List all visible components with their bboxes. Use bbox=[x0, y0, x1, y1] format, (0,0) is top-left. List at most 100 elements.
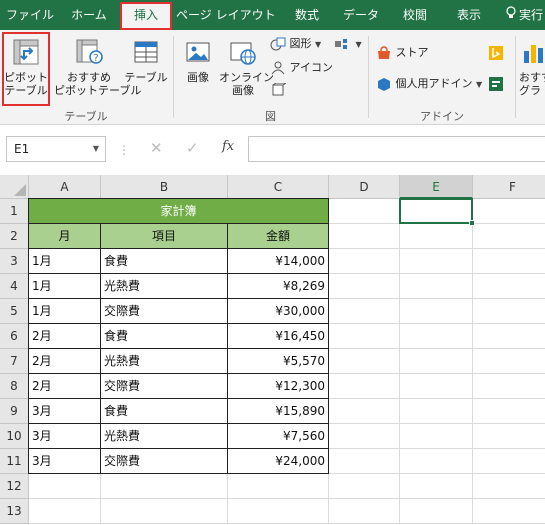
row-header-6[interactable]: 6 bbox=[0, 324, 29, 349]
cell-c13[interactable] bbox=[228, 499, 329, 524]
table-header-cell[interactable]: 項目 bbox=[100, 223, 228, 249]
tab-view[interactable]: 表示 bbox=[442, 0, 496, 30]
cell-d6[interactable] bbox=[329, 324, 400, 349]
cell-d3[interactable] bbox=[329, 249, 400, 274]
cell-e7[interactable] bbox=[400, 349, 473, 374]
table-cell[interactable]: 交際費 bbox=[100, 448, 228, 474]
table-cell[interactable]: 光熱費 bbox=[100, 423, 228, 449]
cell-e4[interactable] bbox=[400, 274, 473, 299]
table-cell[interactable]: 食費 bbox=[100, 323, 228, 349]
table-cell[interactable]: 食費 bbox=[100, 248, 228, 274]
row-header-9[interactable]: 9 bbox=[0, 399, 29, 424]
column-header-d[interactable]: D bbox=[329, 175, 400, 199]
row-header-8[interactable]: 8 bbox=[0, 374, 29, 399]
tab-review[interactable]: 校閲 bbox=[388, 0, 442, 30]
picture-button[interactable]: 画像 bbox=[180, 37, 216, 84]
cell-e5[interactable] bbox=[400, 299, 473, 324]
table-cell[interactable]: ¥5,570 bbox=[227, 348, 329, 374]
cell-f10[interactable] bbox=[473, 424, 545, 449]
icons-button[interactable]: アイコン bbox=[270, 58, 333, 78]
column-header-e[interactable]: E bbox=[400, 175, 473, 199]
people-graph-button[interactable] bbox=[488, 74, 504, 94]
cell-a13[interactable] bbox=[29, 499, 101, 524]
row-header-1[interactable]: 1 bbox=[0, 199, 29, 224]
cell-f1[interactable] bbox=[473, 199, 545, 224]
cell-d5[interactable] bbox=[329, 299, 400, 324]
table-header-cell[interactable]: 金額 bbox=[227, 223, 329, 249]
cell-e2[interactable] bbox=[400, 224, 473, 249]
cell-e13[interactable] bbox=[400, 499, 473, 524]
cell-a12[interactable] bbox=[29, 474, 101, 499]
column-header-b[interactable]: B bbox=[101, 175, 228, 199]
table-cell[interactable]: ¥30,000 bbox=[227, 298, 329, 324]
cell-d1[interactable] bbox=[329, 199, 400, 224]
cell-e3[interactable] bbox=[400, 249, 473, 274]
table-cell[interactable]: ¥8,269 bbox=[227, 273, 329, 299]
cell-b12[interactable] bbox=[101, 474, 228, 499]
store-button[interactable]: ストア bbox=[376, 43, 429, 63]
row-header-13[interactable]: 13 bbox=[0, 499, 29, 524]
table-cell[interactable]: 交際費 bbox=[100, 298, 228, 324]
cell-f9[interactable] bbox=[473, 399, 545, 424]
row-header-5[interactable]: 5 bbox=[0, 299, 29, 324]
table-header-cell[interactable]: 月 bbox=[28, 223, 101, 249]
table-cell[interactable]: 交際費 bbox=[100, 373, 228, 399]
row-header-7[interactable]: 7 bbox=[0, 349, 29, 374]
cell-f6[interactable] bbox=[473, 324, 545, 349]
table-cell[interactable]: ¥15,890 bbox=[227, 398, 329, 424]
cell-c12[interactable] bbox=[228, 474, 329, 499]
cell-f12[interactable] bbox=[473, 474, 545, 499]
cell-f8[interactable] bbox=[473, 374, 545, 399]
cell-d9[interactable] bbox=[329, 399, 400, 424]
table-cell[interactable]: 3月 bbox=[28, 423, 101, 449]
cell-e11[interactable] bbox=[400, 449, 473, 474]
cell-f5[interactable] bbox=[473, 299, 545, 324]
table-cell[interactable]: ¥16,450 bbox=[227, 323, 329, 349]
tab-home[interactable]: ホーム bbox=[60, 0, 118, 30]
tab-formulas[interactable]: 数式 bbox=[280, 0, 334, 30]
cell-f13[interactable] bbox=[473, 499, 545, 524]
table-cell[interactable]: 2月 bbox=[28, 373, 101, 399]
cell-e1[interactable] bbox=[400, 199, 473, 224]
insert-function-icon[interactable]: fx bbox=[222, 139, 234, 154]
cell-f4[interactable] bbox=[473, 274, 545, 299]
cell-d11[interactable] bbox=[329, 449, 400, 474]
cell-e8[interactable] bbox=[400, 374, 473, 399]
column-header-a[interactable]: A bbox=[29, 175, 101, 199]
table-title[interactable]: 家計簿 bbox=[28, 198, 329, 224]
formula-input[interactable] bbox=[248, 136, 545, 162]
cell-e12[interactable] bbox=[400, 474, 473, 499]
table-cell[interactable]: 3月 bbox=[28, 448, 101, 474]
cell-d7[interactable] bbox=[329, 349, 400, 374]
table-cell[interactable]: ¥24,000 bbox=[227, 448, 329, 474]
table-cell[interactable]: 1月 bbox=[28, 273, 101, 299]
table-cell[interactable]: ¥7,560 bbox=[227, 423, 329, 449]
row-header-2[interactable]: 2 bbox=[0, 224, 29, 249]
cell-e10[interactable] bbox=[400, 424, 473, 449]
table-cell[interactable]: 2月 bbox=[28, 348, 101, 374]
smartart-button[interactable]: ▼ bbox=[334, 34, 362, 54]
row-header-4[interactable]: 4 bbox=[0, 274, 29, 299]
cell-d13[interactable] bbox=[329, 499, 400, 524]
cancel-icon[interactable]: ✕ bbox=[150, 139, 163, 157]
cell-f11[interactable] bbox=[473, 449, 545, 474]
cell-d12[interactable] bbox=[329, 474, 400, 499]
row-header-10[interactable]: 10 bbox=[0, 424, 29, 449]
cell-d2[interactable] bbox=[329, 224, 400, 249]
shapes-button[interactable]: 図形 ▼ bbox=[270, 34, 321, 54]
enter-icon[interactable]: ✓ bbox=[186, 139, 199, 157]
cell-b13[interactable] bbox=[101, 499, 228, 524]
tab-tell-me[interactable]: 実行 bbox=[506, 0, 545, 30]
table-cell[interactable]: 光熱費 bbox=[100, 348, 228, 374]
table-cell[interactable]: 光熱費 bbox=[100, 273, 228, 299]
table-cell[interactable]: 2月 bbox=[28, 323, 101, 349]
recommended-charts-button[interactable]: おすす グラ bbox=[519, 37, 545, 97]
pivot-table-button[interactable]: ピボット テーブル bbox=[2, 32, 50, 106]
table-cell[interactable]: 1月 bbox=[28, 248, 101, 274]
table-cell[interactable]: 食費 bbox=[100, 398, 228, 424]
tab-page-layout[interactable]: ページ レイアウト bbox=[176, 0, 276, 30]
row-header-11[interactable]: 11 bbox=[0, 449, 29, 474]
cell-f3[interactable] bbox=[473, 249, 545, 274]
cell-f7[interactable] bbox=[473, 349, 545, 374]
table-button[interactable]: テーブル bbox=[124, 37, 168, 84]
